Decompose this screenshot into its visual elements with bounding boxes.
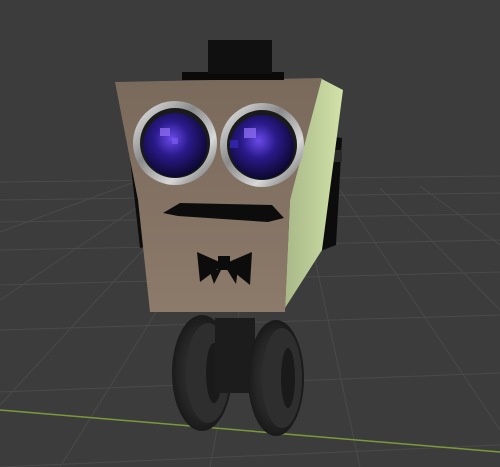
3d-viewport[interactable] <box>0 0 500 467</box>
scene-canvas <box>0 40 500 467</box>
right-eye-icon <box>220 103 304 187</box>
left-eye-icon <box>133 101 217 185</box>
top-hat-icon <box>182 40 284 80</box>
right-wheel-icon <box>248 320 304 436</box>
x-axis-line <box>0 409 500 453</box>
